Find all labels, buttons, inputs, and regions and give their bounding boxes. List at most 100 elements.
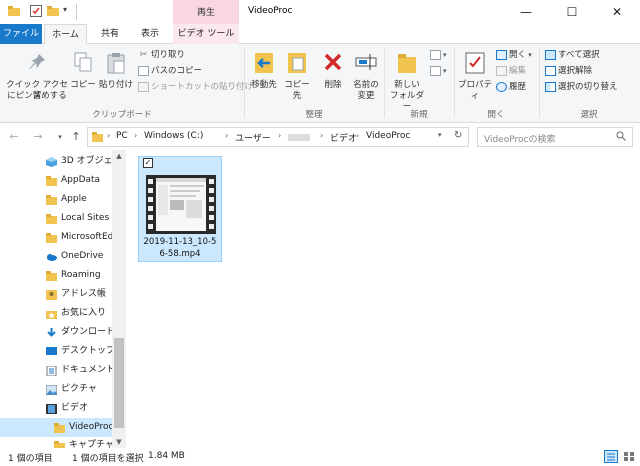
open-button[interactable]: 開く ▾ — [496, 48, 532, 62]
paste-button[interactable]: 貼り付け — [98, 50, 134, 106]
up-arrow-icon[interactable]: ↑ — [68, 129, 84, 145]
properties-icon[interactable] — [30, 5, 42, 17]
copy-button[interactable]: コピー — [70, 50, 96, 106]
recent-dropdown-icon[interactable]: ▾ — [52, 129, 68, 145]
new-folder-icon[interactable] — [47, 5, 59, 17]
nav-item-label: ビデオ — [61, 403, 89, 413]
item-count: 1 個の項目 — [8, 454, 53, 464]
nav-item[interactable]: ダウンロード — [0, 323, 115, 342]
chevron-right-icon: › — [278, 131, 282, 140]
minimize-button[interactable]: — — [503, 0, 549, 24]
back-arrow-icon[interactable]: ← — [6, 129, 22, 145]
nav-item[interactable]: AppData — [0, 171, 112, 190]
new-folder-icon — [398, 54, 416, 73]
nav-item[interactable]: アドレス帳 — [0, 285, 112, 304]
rename-button[interactable]: 名前の 変更 — [350, 50, 382, 106]
move-to-label: 移動先 — [251, 80, 277, 90]
nav-item[interactable]: キャプチャ — [0, 436, 114, 448]
large-icons-view-icon[interactable] — [622, 450, 636, 463]
new-item-button[interactable]: ▾ — [430, 48, 447, 62]
nav-item[interactable]: VideoProc — [0, 418, 114, 437]
contacts-icon — [46, 289, 57, 300]
copy-to-button[interactable]: コピー先 — [281, 50, 313, 106]
breadcrumb-drive[interactable]: Windows (C:) — [144, 131, 203, 141]
invert-selection-button[interactable]: 選択の切り替え — [545, 80, 618, 94]
move-to-button[interactable]: 移動先 — [248, 50, 280, 106]
address-bar[interactable]: › PC › Windows (C:) › ユーザー › › ビデオ › Vid… — [87, 127, 469, 147]
ribbon-tabs: ファイル ホーム 共有 表示 ビデオ ツール — [0, 24, 640, 45]
tab-home[interactable]: ホーム — [44, 24, 87, 45]
pin-label-2: にピン留めする — [7, 91, 67, 101]
pin-quick-access-button[interactable]: クイック アクセス にピン留めする — [2, 50, 72, 106]
context-tab-play: 再生 — [173, 0, 239, 24]
folder-icon — [54, 440, 65, 448]
nav-item[interactable]: デスクトップ — [0, 342, 115, 361]
tab-share[interactable]: 共有 — [92, 24, 128, 44]
nav-item[interactable]: Apple — [0, 190, 112, 209]
group-label-organize: 整理 — [305, 110, 323, 120]
history-button[interactable]: 履歴 — [496, 80, 526, 94]
nav-item[interactable]: ビデオ — [0, 399, 112, 418]
refresh-icon[interactable]: ↻ — [454, 130, 462, 141]
scroll-down-icon[interactable]: ▼ — [112, 436, 126, 448]
cut-button[interactable]: ✂ 切り取り — [138, 48, 185, 62]
pictures-icon — [45, 384, 58, 396]
copy-path-button[interactable]: パスのコピー — [138, 64, 202, 78]
select-none-button[interactable]: 選択解除 — [545, 64, 592, 78]
close-button[interactable]: ✕ — [594, 0, 640, 24]
selected-size: 1.84 MB — [148, 451, 185, 461]
properties-button[interactable]: プロパティ — [456, 50, 494, 106]
nav-item-label: キャプチャ — [69, 440, 114, 448]
nav-item[interactable]: Local Sites — [0, 209, 112, 228]
history-label: 履歴 — [509, 82, 527, 92]
tab-video-tools[interactable]: ビデオ ツール — [173, 24, 239, 44]
tab-view[interactable]: 表示 — [132, 24, 168, 44]
nav-item[interactable]: Roaming — [0, 266, 112, 285]
search-input[interactable]: VideoProcの検索 — [477, 127, 633, 147]
copy-path-icon — [138, 65, 149, 76]
delete-icon — [324, 53, 342, 71]
folder-icon — [46, 175, 57, 186]
nav-item[interactable]: 3D オブジェクト — [0, 152, 126, 171]
onedrive-icon — [46, 251, 57, 261]
invert-selection-icon — [545, 81, 556, 92]
nav-item[interactable]: MicrosoftEd — [0, 228, 113, 247]
edit-label: 編集 — [509, 66, 527, 76]
nav-item[interactable]: OneDrive — [0, 247, 112, 266]
nav-item[interactable]: お気に入り — [0, 304, 112, 323]
title-bar: ▾ 再生 VideoProc — ☐ ✕ — [0, 0, 640, 24]
forward-arrow-icon[interactable]: → — [30, 129, 46, 145]
chevron-right-icon: › — [134, 131, 138, 140]
group-label-select: 選択 — [580, 110, 598, 120]
address-dropdown-icon[interactable]: ▾ — [438, 131, 442, 139]
delete-button[interactable]: 削除 — [318, 50, 348, 106]
breadcrumb-videoproc[interactable]: VideoProc — [366, 131, 410, 141]
chevron-right-icon: › — [107, 131, 111, 140]
select-all-button[interactable]: すべて選択 — [545, 48, 600, 62]
nav-item-label: AppData — [61, 175, 101, 185]
paste-shortcut-button[interactable]: ショートカットの貼り付け — [138, 80, 253, 94]
navigation-pane: 3D オブジェクト AppData Apple Local Sites Microsof… — [0, 150, 126, 448]
file-checkbox[interactable]: ✓ — [143, 158, 153, 168]
edit-button[interactable]: 編集 — [496, 64, 526, 78]
maximize-button[interactable]: ☐ — [549, 0, 595, 24]
breadcrumb-users[interactable]: ユーザー — [235, 131, 271, 144]
breadcrumb-videos[interactable]: ビデオ — [330, 131, 357, 144]
scrollbar-thumb[interactable] — [114, 338, 124, 428]
history-icon — [496, 81, 507, 92]
group-label-clipboard: クリップボード — [92, 110, 152, 120]
new-folder-button[interactable]: 新しい フォルダー — [386, 50, 428, 112]
easy-access-button[interactable]: ▾ — [430, 64, 447, 78]
breadcrumb-pc[interactable]: PC — [116, 131, 128, 141]
group-label-new: 新規 — [410, 110, 428, 120]
nav-item-label: VideoProc — [69, 422, 114, 432]
nav-item-label: お気に入り — [61, 308, 107, 318]
tab-file[interactable]: ファイル — [0, 24, 42, 44]
details-view-icon[interactable] — [604, 450, 618, 463]
scroll-up-icon[interactable]: ▲ — [112, 150, 126, 162]
nav-item[interactable]: ドキュメント — [0, 361, 115, 380]
copy-to-icon — [288, 53, 306, 73]
nav-item[interactable]: ピクチャ — [0, 380, 112, 399]
folder-icon — [92, 132, 103, 142]
qat-dropdown-icon[interactable]: ▾ — [63, 5, 67, 14]
